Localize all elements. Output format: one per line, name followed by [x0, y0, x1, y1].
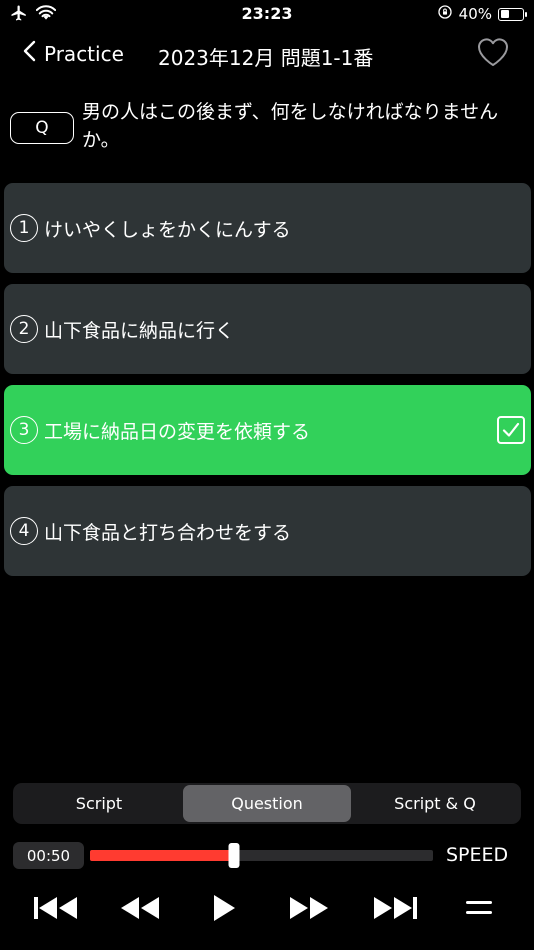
menu-button[interactable] — [464, 890, 494, 930]
skip-previous-icon — [32, 894, 80, 926]
rewind-button[interactable] — [118, 890, 162, 930]
skip-next-icon — [371, 894, 419, 926]
back-label: Practice — [44, 41, 124, 66]
elapsed-time: 00:50 — [13, 842, 84, 869]
favorite-button[interactable] — [476, 36, 510, 70]
nav-bar: Practice 2023年12月 問題1-1番 — [0, 34, 534, 78]
back-button[interactable]: Practice — [22, 40, 124, 67]
tab-question[interactable]: Question — [183, 785, 351, 822]
choice-4[interactable]: 4 山下食品と打ち合わせをする — [4, 486, 531, 576]
app-screen: 23:23 40% Practice 2023年12月 問題1-1番 Q 男の人… — [0, 0, 534, 950]
choice-number: 2 — [10, 315, 38, 343]
menu-icon — [465, 897, 493, 923]
page-title: 2023年12月 問題1-1番 — [158, 46, 374, 70]
choice-list: 1 けいやくしょをかくにんする 2 山下食品に納品に行く 3 工場に納品日の変更… — [4, 183, 531, 587]
battery-percent: 40% — [458, 5, 492, 23]
progress-fill — [90, 850, 235, 861]
progress-thumb[interactable] — [228, 843, 240, 868]
choice-text: けいやくしょをかくにんする — [44, 218, 291, 241]
choice-3[interactable]: 3 工場に納品日の変更を依頼する — [4, 385, 531, 475]
battery-level — [500, 10, 509, 18]
transport-controls — [0, 890, 534, 930]
choice-text: 工場に納品日の変更を依頼する — [44, 420, 311, 443]
choice-1[interactable]: 1 けいやくしょをかくにんする — [4, 183, 531, 273]
tab-script[interactable]: Script — [15, 785, 183, 822]
battery-icon — [498, 7, 527, 21]
choice-number: 1 — [10, 214, 38, 242]
question-block: Q 男の人はこの後まず、何をしなければなりませんか。 — [10, 98, 510, 154]
choice-number: 4 — [10, 517, 38, 545]
rewind-icon — [119, 895, 161, 925]
play-button[interactable] — [208, 890, 240, 930]
status-bar: 23:23 40% — [0, 0, 534, 28]
chevron-left-icon — [22, 40, 36, 67]
orientation-lock-icon — [437, 4, 453, 24]
choice-number: 3 — [10, 416, 38, 444]
progress-slider[interactable] — [90, 843, 433, 868]
choice-2[interactable]: 2 山下食品に納品に行く — [4, 284, 531, 374]
fast-forward-button[interactable] — [287, 890, 331, 930]
checkmark-icon — [497, 416, 525, 444]
question-badge: Q — [10, 112, 74, 144]
choice-text: 山下食品と打ち合わせをする — [44, 521, 292, 544]
heart-icon — [476, 38, 510, 72]
fast-forward-icon — [288, 895, 330, 925]
view-segmented-control: Script Question Script & Q — [13, 783, 521, 824]
tab-script-and-q[interactable]: Script & Q — [351, 785, 519, 822]
status-right: 40% — [437, 4, 527, 24]
speed-button[interactable]: SPEED — [446, 844, 508, 866]
choice-text: 山下食品に納品に行く — [44, 319, 235, 342]
question-text: 男の人はこの後まず、何をしなければなりませんか。 — [82, 101, 499, 151]
skip-previous-button[interactable] — [31, 890, 81, 930]
play-icon — [211, 893, 237, 927]
skip-next-button[interactable] — [370, 890, 420, 930]
